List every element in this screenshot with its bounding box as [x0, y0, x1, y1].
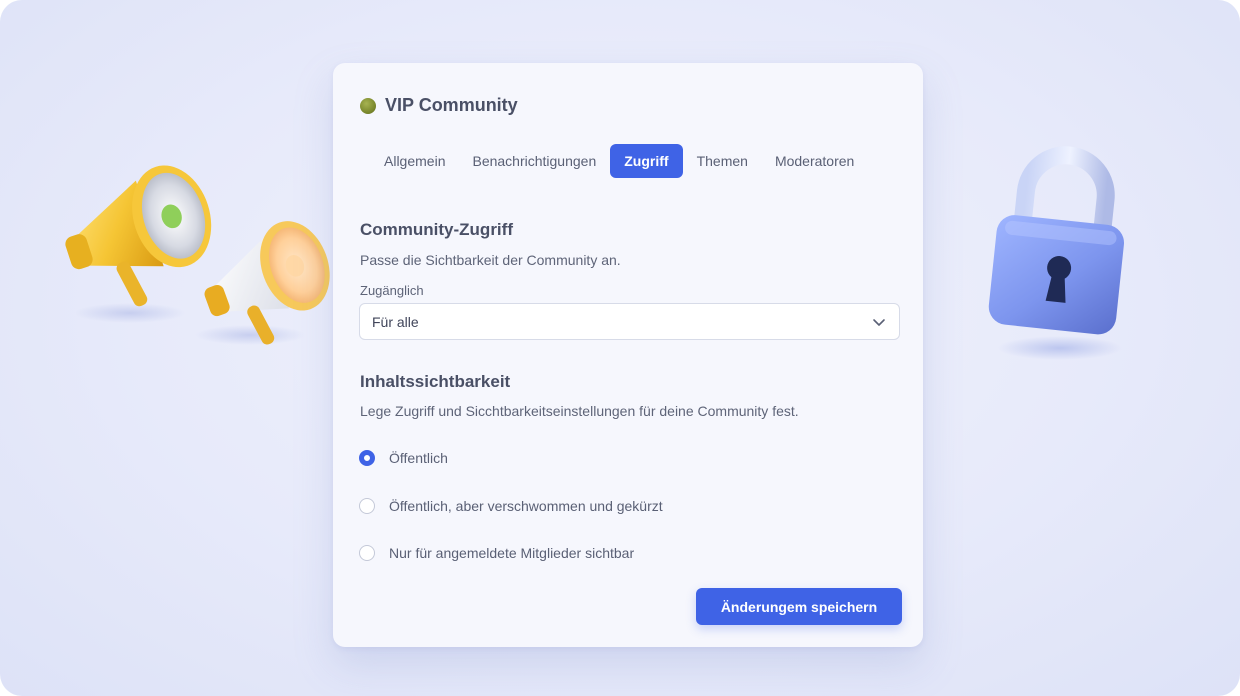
card-header: VIP Community	[360, 95, 518, 116]
page-background: VIP Community Allgemein Benachrichtigung…	[0, 0, 1240, 696]
settings-tabs: Allgemein Benachrichtigungen Zugriff The…	[371, 144, 868, 178]
chevron-down-icon	[871, 314, 887, 330]
access-select-value: Für alle	[372, 313, 419, 330]
radio-button[interactable]	[359, 545, 375, 561]
community-name: VIP Community	[385, 95, 518, 115]
access-field-label: Zugänglich	[360, 283, 424, 298]
radio-option-public[interactable]: Öffentlich	[359, 450, 448, 466]
save-changes-button[interactable]: Änderungem speichern	[696, 588, 902, 625]
access-section-description: Passe die Sichtbarkeit der Community an.	[360, 252, 621, 268]
megaphone-illustration	[65, 165, 330, 345]
visibility-section-description: Lege Zugriff und Sicchtbarkeitseinstellu…	[360, 403, 799, 419]
tab-moderatoren[interactable]: Moderatoren	[762, 144, 867, 178]
padlock-illustration	[988, 146, 1125, 360]
tab-zugriff[interactable]: Zugriff	[610, 144, 683, 178]
tab-benachrichtigungen[interactable]: Benachrichtigungen	[459, 144, 609, 178]
visibility-section-title: Inhaltssichtbarkeit	[360, 372, 511, 391]
radio-option-public-blurred[interactable]: Öffentlich, aber verschwommen und gekürz…	[359, 498, 663, 514]
radio-button-checked[interactable]	[359, 450, 375, 466]
radio-label: Öffentlich, aber verschwommen und gekürz…	[389, 498, 663, 514]
access-select[interactable]: Für alle	[359, 303, 900, 340]
community-settings-card: VIP Community Allgemein Benachrichtigung…	[333, 63, 923, 647]
tab-themen[interactable]: Themen	[684, 144, 761, 178]
radio-button[interactable]	[359, 498, 375, 514]
tab-allgemein[interactable]: Allgemein	[371, 144, 458, 178]
community-avatar-icon	[360, 97, 376, 114]
radio-label: Öffentlich	[389, 450, 448, 466]
radio-label: Nur für angemeldete Mitglieder sichtbar	[389, 545, 635, 561]
radio-option-members-only[interactable]: Nur für angemeldete Mitglieder sichtbar	[359, 545, 634, 561]
access-section-title: Community-Zugriff	[360, 220, 513, 239]
